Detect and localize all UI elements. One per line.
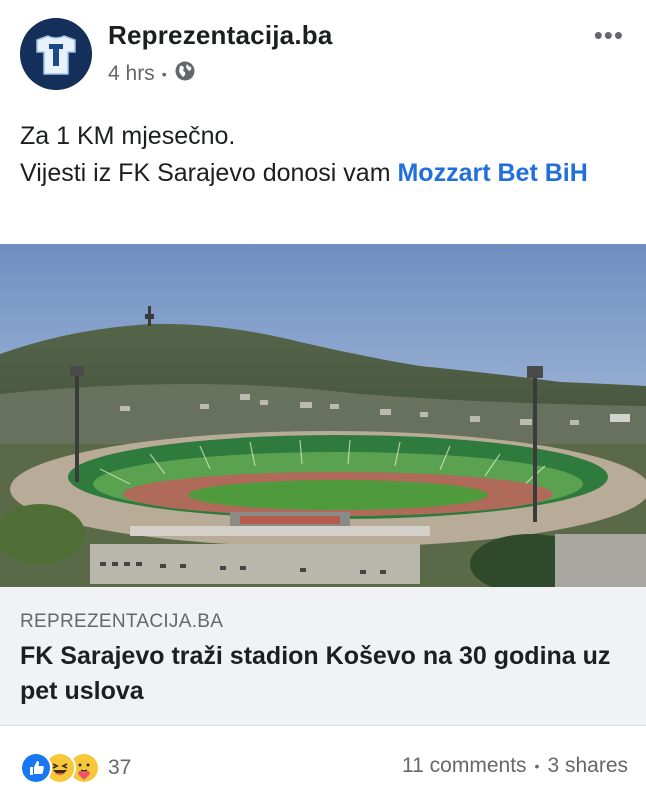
jersey-logo-icon <box>20 18 92 90</box>
globe-icon <box>174 60 196 88</box>
stats-separator: • <box>534 758 540 774</box>
like-icon <box>20 752 52 784</box>
post-text: Za 1 KM mjesečno. Vijesti iz FK Sarajevo… <box>20 118 626 192</box>
post-time[interactable]: 4 hrs <box>108 62 155 86</box>
post-text-line-1: Za 1 KM mjesečno. <box>20 122 236 150</box>
link-preview-card[interactable]: REPREZENTACIJA.BA FK Sarajevo traži stad… <box>0 587 646 726</box>
link-domain: REPREZENTACIJA.BA <box>20 611 224 632</box>
more-options-icon[interactable]: ••• <box>594 20 624 51</box>
post-meta: 4 hrs • <box>108 60 196 88</box>
post-header: Reprezentacija.ba 4 hrs • ••• <box>0 0 646 110</box>
page-name[interactable]: Reprezentacija.ba <box>108 20 333 51</box>
meta-separator: • <box>161 66 167 82</box>
post-footer: 37 11 comments • 3 shares <box>0 726 646 800</box>
reaction-count: 37 <box>108 756 132 779</box>
stadium-image <box>0 244 646 587</box>
post-text-line-2: Vijesti iz FK Sarajevo donosi vam Mozzar… <box>20 155 626 192</box>
engagement-stats: 11 comments • 3 shares <box>402 754 628 778</box>
link-headline[interactable]: FK Sarajevo traži stadion Koševo na 30 g… <box>20 639 630 709</box>
reactions-summary[interactable]: 37 <box>20 752 131 784</box>
shares-count[interactable]: 3 shares <box>547 754 628 778</box>
stadium-photo[interactable] <box>0 244 646 587</box>
comments-count[interactable]: 11 comments <box>402 754 527 778</box>
mozzart-bet-link[interactable]: Mozzart Bet BiH <box>397 159 587 187</box>
post-text-line-2-prefix: Vijesti iz FK Sarajevo donosi vam <box>20 159 398 187</box>
page-avatar[interactable] <box>20 18 92 90</box>
